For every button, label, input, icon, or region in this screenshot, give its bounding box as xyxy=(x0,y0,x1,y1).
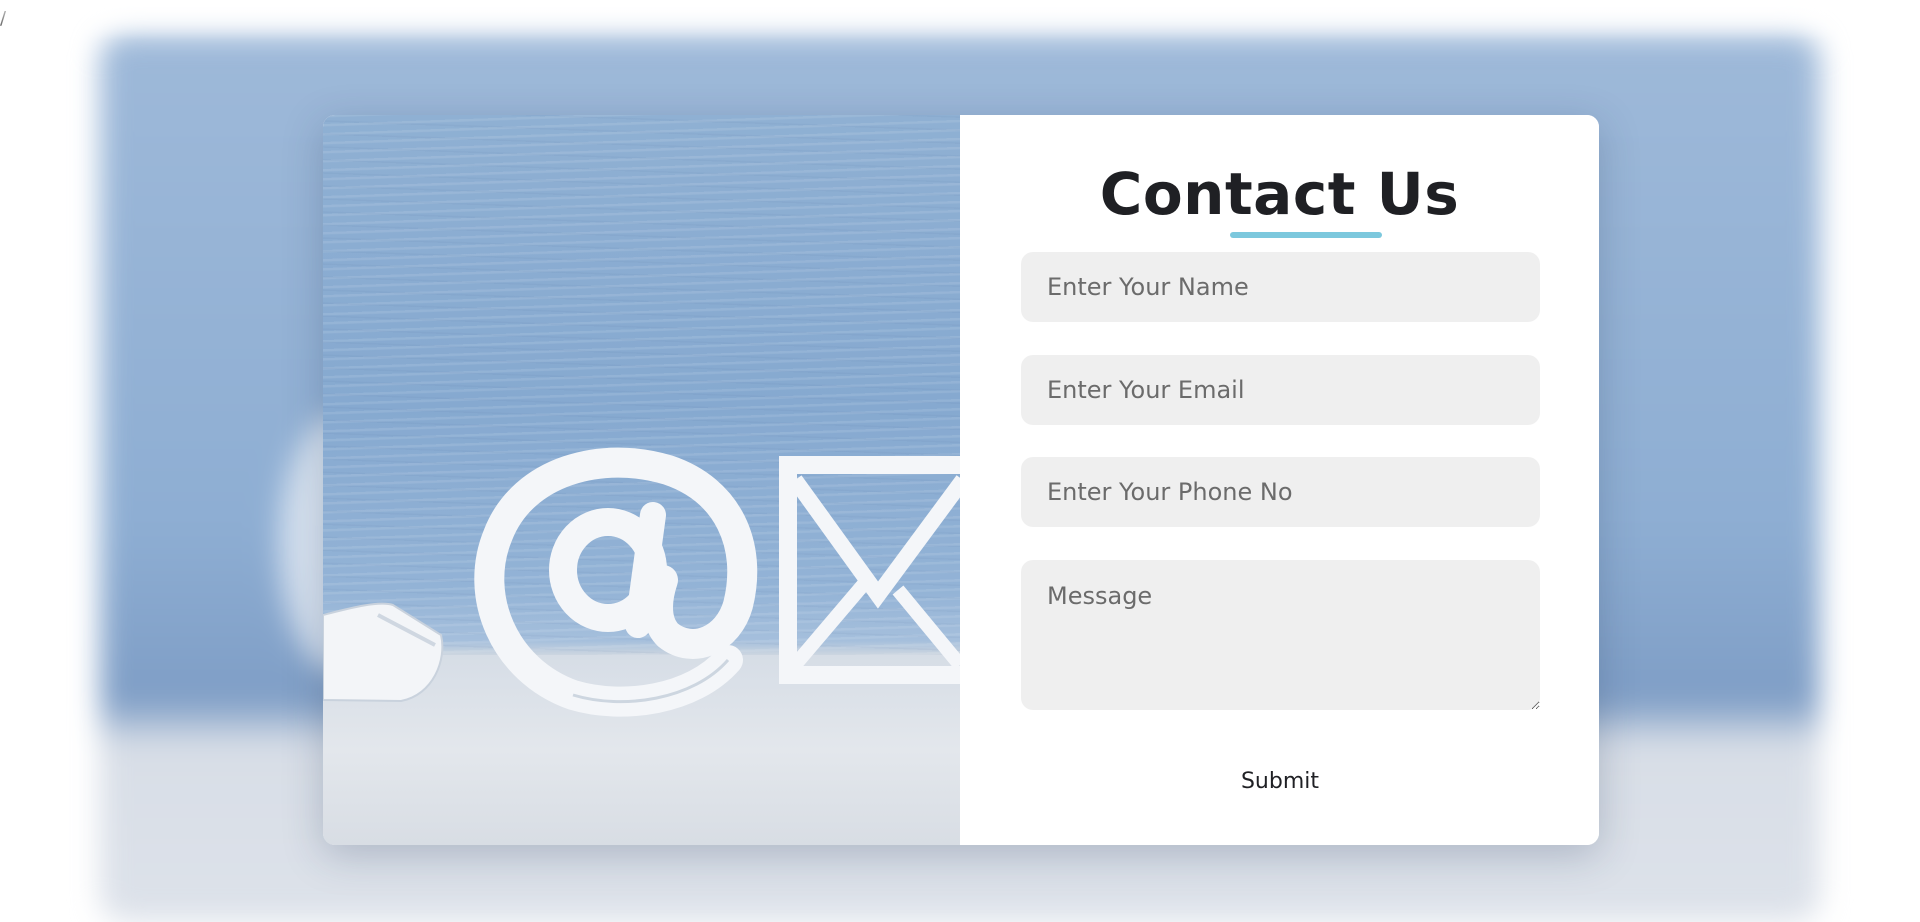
envelope-icon xyxy=(779,456,960,684)
title-underline xyxy=(1230,232,1382,238)
phone-input[interactable] xyxy=(1021,457,1540,527)
page-title: Contact Us xyxy=(1099,160,1460,228)
contact-form: Contact Us Submit xyxy=(960,115,1599,845)
phone-icon xyxy=(323,602,444,703)
contact-card: Contact Us Submit xyxy=(323,115,1599,845)
email-input[interactable] xyxy=(1021,355,1540,425)
top-haze xyxy=(0,0,1920,40)
contact-image xyxy=(323,115,960,845)
name-input[interactable] xyxy=(1021,252,1540,322)
contact-icons-illustration xyxy=(323,447,960,717)
message-textarea[interactable] xyxy=(1021,560,1540,710)
at-sign-icon xyxy=(474,447,758,717)
submit-button[interactable]: Submit xyxy=(1230,761,1330,801)
